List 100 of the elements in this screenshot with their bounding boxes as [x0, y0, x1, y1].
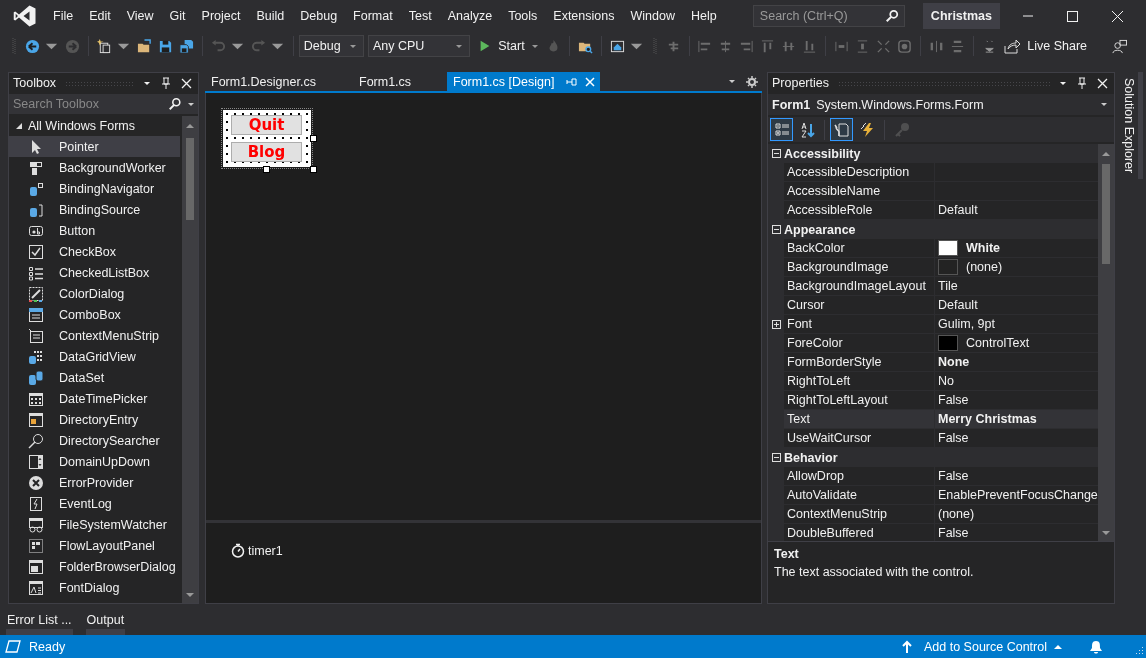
component-item[interactable]: timer1: [231, 543, 283, 558]
property-value[interactable]: (none): [938, 507, 975, 521]
scroll-up-icon[interactable]: [1101, 150, 1111, 158]
toolbox-item[interactable]: CheckedListBox: [9, 262, 180, 283]
collapse-icon[interactable]: [771, 225, 781, 234]
category-header[interactable]: Accessibility: [768, 144, 1098, 163]
bell-icon[interactable]: [1089, 639, 1103, 654]
property-name[interactable]: BackgroundImage: [784, 258, 935, 277]
scrollbar[interactable]: [182, 116, 198, 603]
property-name[interactable]: ForeColor: [784, 334, 935, 353]
settings-icon[interactable]: [746, 75, 758, 88]
property-row[interactable]: AllowDrop False: [768, 467, 1098, 486]
menu-item[interactable]: Window: [622, 5, 683, 27]
menu-item[interactable]: Build: [248, 5, 293, 27]
group-header[interactable]: All Windows Forms: [9, 116, 180, 136]
source-control-button[interactable]: Add to Source Control: [902, 639, 1063, 654]
property-value[interactable]: ControlText: [966, 336, 1030, 350]
property-row[interactable]: FormBorderStyle None: [768, 353, 1098, 372]
scroll-up-icon[interactable]: [185, 122, 195, 130]
property-row[interactable]: ContextMenuStrip (none): [768, 505, 1098, 524]
close-icon[interactable]: [1097, 77, 1108, 89]
resize-handle[interactable]: [310, 135, 317, 142]
toolbox-item[interactable]: BindingSource: [9, 199, 180, 220]
toolbox-item[interactable]: ColorDialog: [9, 283, 180, 304]
property-row[interactable]: DoubleBuffered False: [768, 524, 1098, 541]
toolbox-item[interactable]: DirectoryEntry: [9, 409, 180, 430]
property-name[interactable]: Text: [784, 410, 935, 429]
toolbox-item[interactable]: FlowLayoutPanel: [9, 535, 180, 556]
scrollbar-thumb[interactable]: [186, 138, 194, 220]
property-row[interactable]: BackColor White: [768, 239, 1098, 258]
property-value[interactable]: Tile: [938, 279, 958, 293]
collapse-icon[interactable]: [771, 149, 781, 158]
scrollbar[interactable]: [1098, 144, 1114, 541]
scrollbar-thumb[interactable]: [1102, 164, 1110, 264]
toolbox-item[interactable]: DomainUpDown: [9, 451, 180, 472]
object-selector[interactable]: Form1 System.Windows.Forms.Form: [768, 94, 1114, 115]
property-value[interactable]: False: [938, 431, 969, 445]
menu-item[interactable]: View: [118, 5, 162, 27]
property-name[interactable]: Font: [784, 315, 935, 334]
property-row[interactable]: AccessibleName: [768, 182, 1098, 201]
category-header[interactable]: Appearance: [768, 220, 1098, 239]
resize-handle[interactable]: [310, 166, 317, 173]
property-name[interactable]: AllowDrop: [784, 467, 935, 486]
start-button[interactable]: Start: [474, 35, 543, 57]
menu-item[interactable]: Format: [345, 5, 401, 27]
property-row[interactable]: BackgroundImage (none): [768, 258, 1098, 277]
document-tab[interactable]: Form1.cs: [353, 72, 447, 91]
property-row[interactable]: BackgroundImageLayout Tile: [768, 277, 1098, 296]
toolbox-item[interactable]: DataGridView: [9, 346, 180, 367]
property-value[interactable]: False: [938, 526, 969, 540]
property-row[interactable]: RightToLeft No: [768, 372, 1098, 391]
property-row[interactable]: AutoValidate EnablePreventFocusChange: [768, 486, 1098, 505]
menu-item[interactable]: Test: [400, 5, 440, 27]
search-field[interactable]: Search Toolbox: [9, 94, 198, 114]
menu-item[interactable]: Extensions: [545, 5, 623, 27]
caret-icon[interactable]: [187, 102, 195, 107]
app-logo[interactable]: [13, 4, 37, 28]
property-name[interactable]: Cursor: [784, 296, 935, 315]
toolbox-item[interactable]: ContextMenuStrip: [9, 325, 180, 346]
platform-dropdown[interactable]: Any CPU: [367, 35, 471, 57]
search-icon[interactable]: [168, 97, 182, 111]
search-field[interactable]: Search (Ctrl+Q): [752, 5, 905, 27]
category-header[interactable]: Behavior: [768, 448, 1098, 467]
menu-item[interactable]: File: [45, 5, 82, 27]
property-row[interactable]: AccessibleDescription: [768, 163, 1098, 182]
property-name[interactable]: BackColor: [784, 239, 935, 258]
scroll-down-icon[interactable]: [185, 591, 195, 599]
property-value[interactable]: Default: [938, 298, 978, 312]
property-name[interactable]: DoubleBuffered: [784, 524, 935, 541]
property-value[interactable]: False: [938, 469, 969, 483]
property-name[interactable]: AutoValidate: [784, 486, 935, 505]
toolbox-item[interactable]: ComboBox: [9, 304, 180, 325]
pin-icon[interactable]: [1076, 77, 1088, 89]
property-page-button[interactable]: [830, 118, 853, 141]
menu-item[interactable]: Tools: [500, 5, 546, 27]
property-name[interactable]: BackgroundImageLayout: [784, 277, 935, 296]
toolbox-item[interactable]: FolderBrowserDialog: [9, 556, 180, 577]
close-icon[interactable]: [181, 77, 192, 89]
menu-item[interactable]: Debug: [292, 5, 346, 27]
categorized-button[interactable]: [770, 118, 793, 141]
scroll-down-icon[interactable]: [1101, 529, 1111, 537]
property-name[interactable]: ContextMenuStrip: [784, 505, 935, 524]
caret-icon[interactable]: [143, 80, 151, 86]
toolbox-item[interactable]: DateTimePicker: [9, 388, 180, 409]
property-row[interactable]: Font Gulim, 9pt: [768, 315, 1098, 334]
toolbox-item[interactable]: EventLog: [9, 493, 180, 514]
live-share-button[interactable]: Live Share: [1000, 35, 1092, 57]
toolbox-item[interactable]: FontDialog: [9, 577, 180, 598]
toolbox-item[interactable]: Pointer: [9, 136, 180, 157]
menu-item[interactable]: Git: [161, 5, 194, 27]
toolbox-item[interactable]: DataSet: [9, 367, 180, 388]
property-value[interactable]: Default: [938, 203, 978, 217]
property-value[interactable]: (none): [966, 260, 1003, 274]
search-icon[interactable]: [884, 9, 899, 23]
toolbox-item[interactable]: DirectorySearcher: [9, 430, 180, 451]
menu-item[interactable]: Edit: [81, 5, 119, 27]
toolbox-item[interactable]: Button: [9, 220, 180, 241]
menu-item[interactable]: Help: [682, 5, 725, 27]
menu-item[interactable]: Project: [193, 5, 249, 27]
expand-icon[interactable]: [771, 320, 781, 329]
